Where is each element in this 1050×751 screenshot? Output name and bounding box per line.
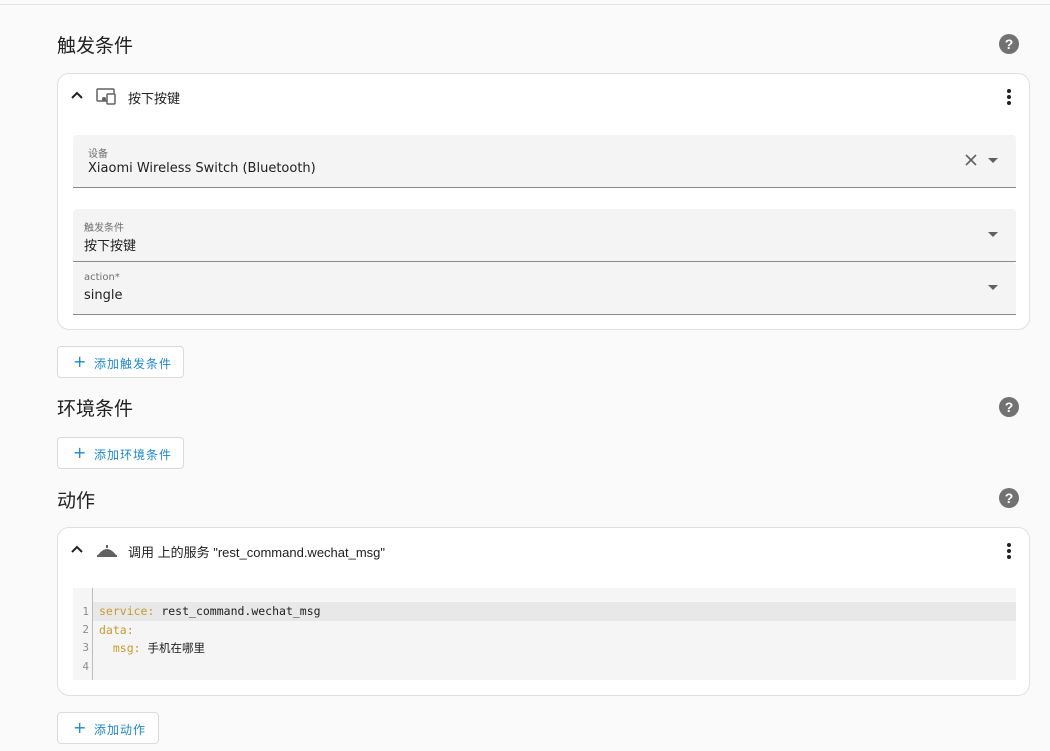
actions-help-icon[interactable]: ? <box>999 488 1019 508</box>
trigger-type-label: 触发条件 <box>84 223 124 234</box>
device-icon <box>96 88 116 105</box>
yaml-key: msg <box>112 641 134 655</box>
chevron-up-icon[interactable] <box>70 542 84 556</box>
top-divider <box>0 4 1050 5</box>
triggers-section-title: 触发条件 <box>57 35 134 57</box>
add-action-button[interactable]: + 添加动作 <box>57 712 159 744</box>
chevron-down-icon[interactable] <box>988 232 998 237</box>
add-condition-label: 添加环境条件 <box>94 448 173 462</box>
triggers-help-icon[interactable]: ? <box>999 34 1019 54</box>
plus-icon: + <box>73 443 87 462</box>
trigger-card-title: 按下按键 <box>128 91 181 106</box>
device-field-label: 设备 <box>88 149 108 160</box>
action-card-header[interactable]: 调用 上的服务 "rest_command.wechat_msg" <box>58 528 1029 572</box>
service-bell-icon <box>97 545 117 557</box>
yaml-value: 手机在哪里 <box>147 641 206 655</box>
code-line: service: rest_command.wechat_msg <box>99 604 321 618</box>
chevron-down-icon[interactable] <box>988 285 998 290</box>
action-menu-kebab-icon[interactable] <box>998 540 1018 560</box>
conditions-section-title: 环境条件 <box>57 398 134 420</box>
yaml-key: service <box>99 604 148 618</box>
code-line: data: <box>99 623 134 637</box>
actions-section-title: 动作 <box>57 490 96 512</box>
yaml-code-editor[interactable]: 1 2 3 4 service: rest_command.wechat_msg… <box>73 588 1016 680</box>
add-condition-button[interactable]: + 添加环境条件 <box>57 437 184 469</box>
trigger-type-select[interactable]: 触发条件 按下按键 <box>73 209 1016 262</box>
line-number: 3 <box>82 641 89 654</box>
line-number: 1 <box>82 605 89 618</box>
device-field-value: Xiaomi Wireless Switch (Bluetooth) <box>88 161 316 176</box>
plus-icon: + <box>73 718 87 737</box>
add-trigger-label: 添加触发条件 <box>94 357 173 371</box>
chevron-up-icon[interactable] <box>70 88 84 102</box>
clear-icon[interactable] <box>964 153 978 167</box>
device-select[interactable]: 设备 Xiaomi Wireless Switch (Bluetooth) <box>73 135 1016 188</box>
code-line: msg: 手机在哪里 <box>112 641 206 655</box>
add-action-label: 添加动作 <box>94 723 147 737</box>
action-card-title: 调用 上的服务 "rest_command.wechat_msg" <box>128 545 386 560</box>
add-trigger-button[interactable]: + 添加触发条件 <box>57 346 184 378</box>
line-number: 2 <box>82 623 89 636</box>
trigger-menu-kebab-icon[interactable] <box>998 86 1018 106</box>
action-param-select[interactable]: action* single <box>73 262 1016 315</box>
yaml-key: data <box>99 623 127 637</box>
line-number: 4 <box>82 660 89 673</box>
yaml-value: rest_command.wechat_msg <box>161 604 321 618</box>
trigger-type-value: 按下按键 <box>84 239 137 254</box>
action-param-label: action* <box>84 272 120 283</box>
chevron-down-icon[interactable] <box>988 158 998 163</box>
action-param-value: single <box>84 288 123 303</box>
action-card: 调用 上的服务 "rest_command.wechat_msg" 1 2 3 … <box>57 527 1030 696</box>
conditions-help-icon[interactable]: ? <box>999 397 1019 417</box>
trigger-card-header[interactable]: 按下按键 <box>58 74 1029 118</box>
plus-icon: + <box>73 352 87 371</box>
trigger-card: 按下按键 设备 Xiaomi Wireless Switch (Bluetoot… <box>57 73 1030 330</box>
